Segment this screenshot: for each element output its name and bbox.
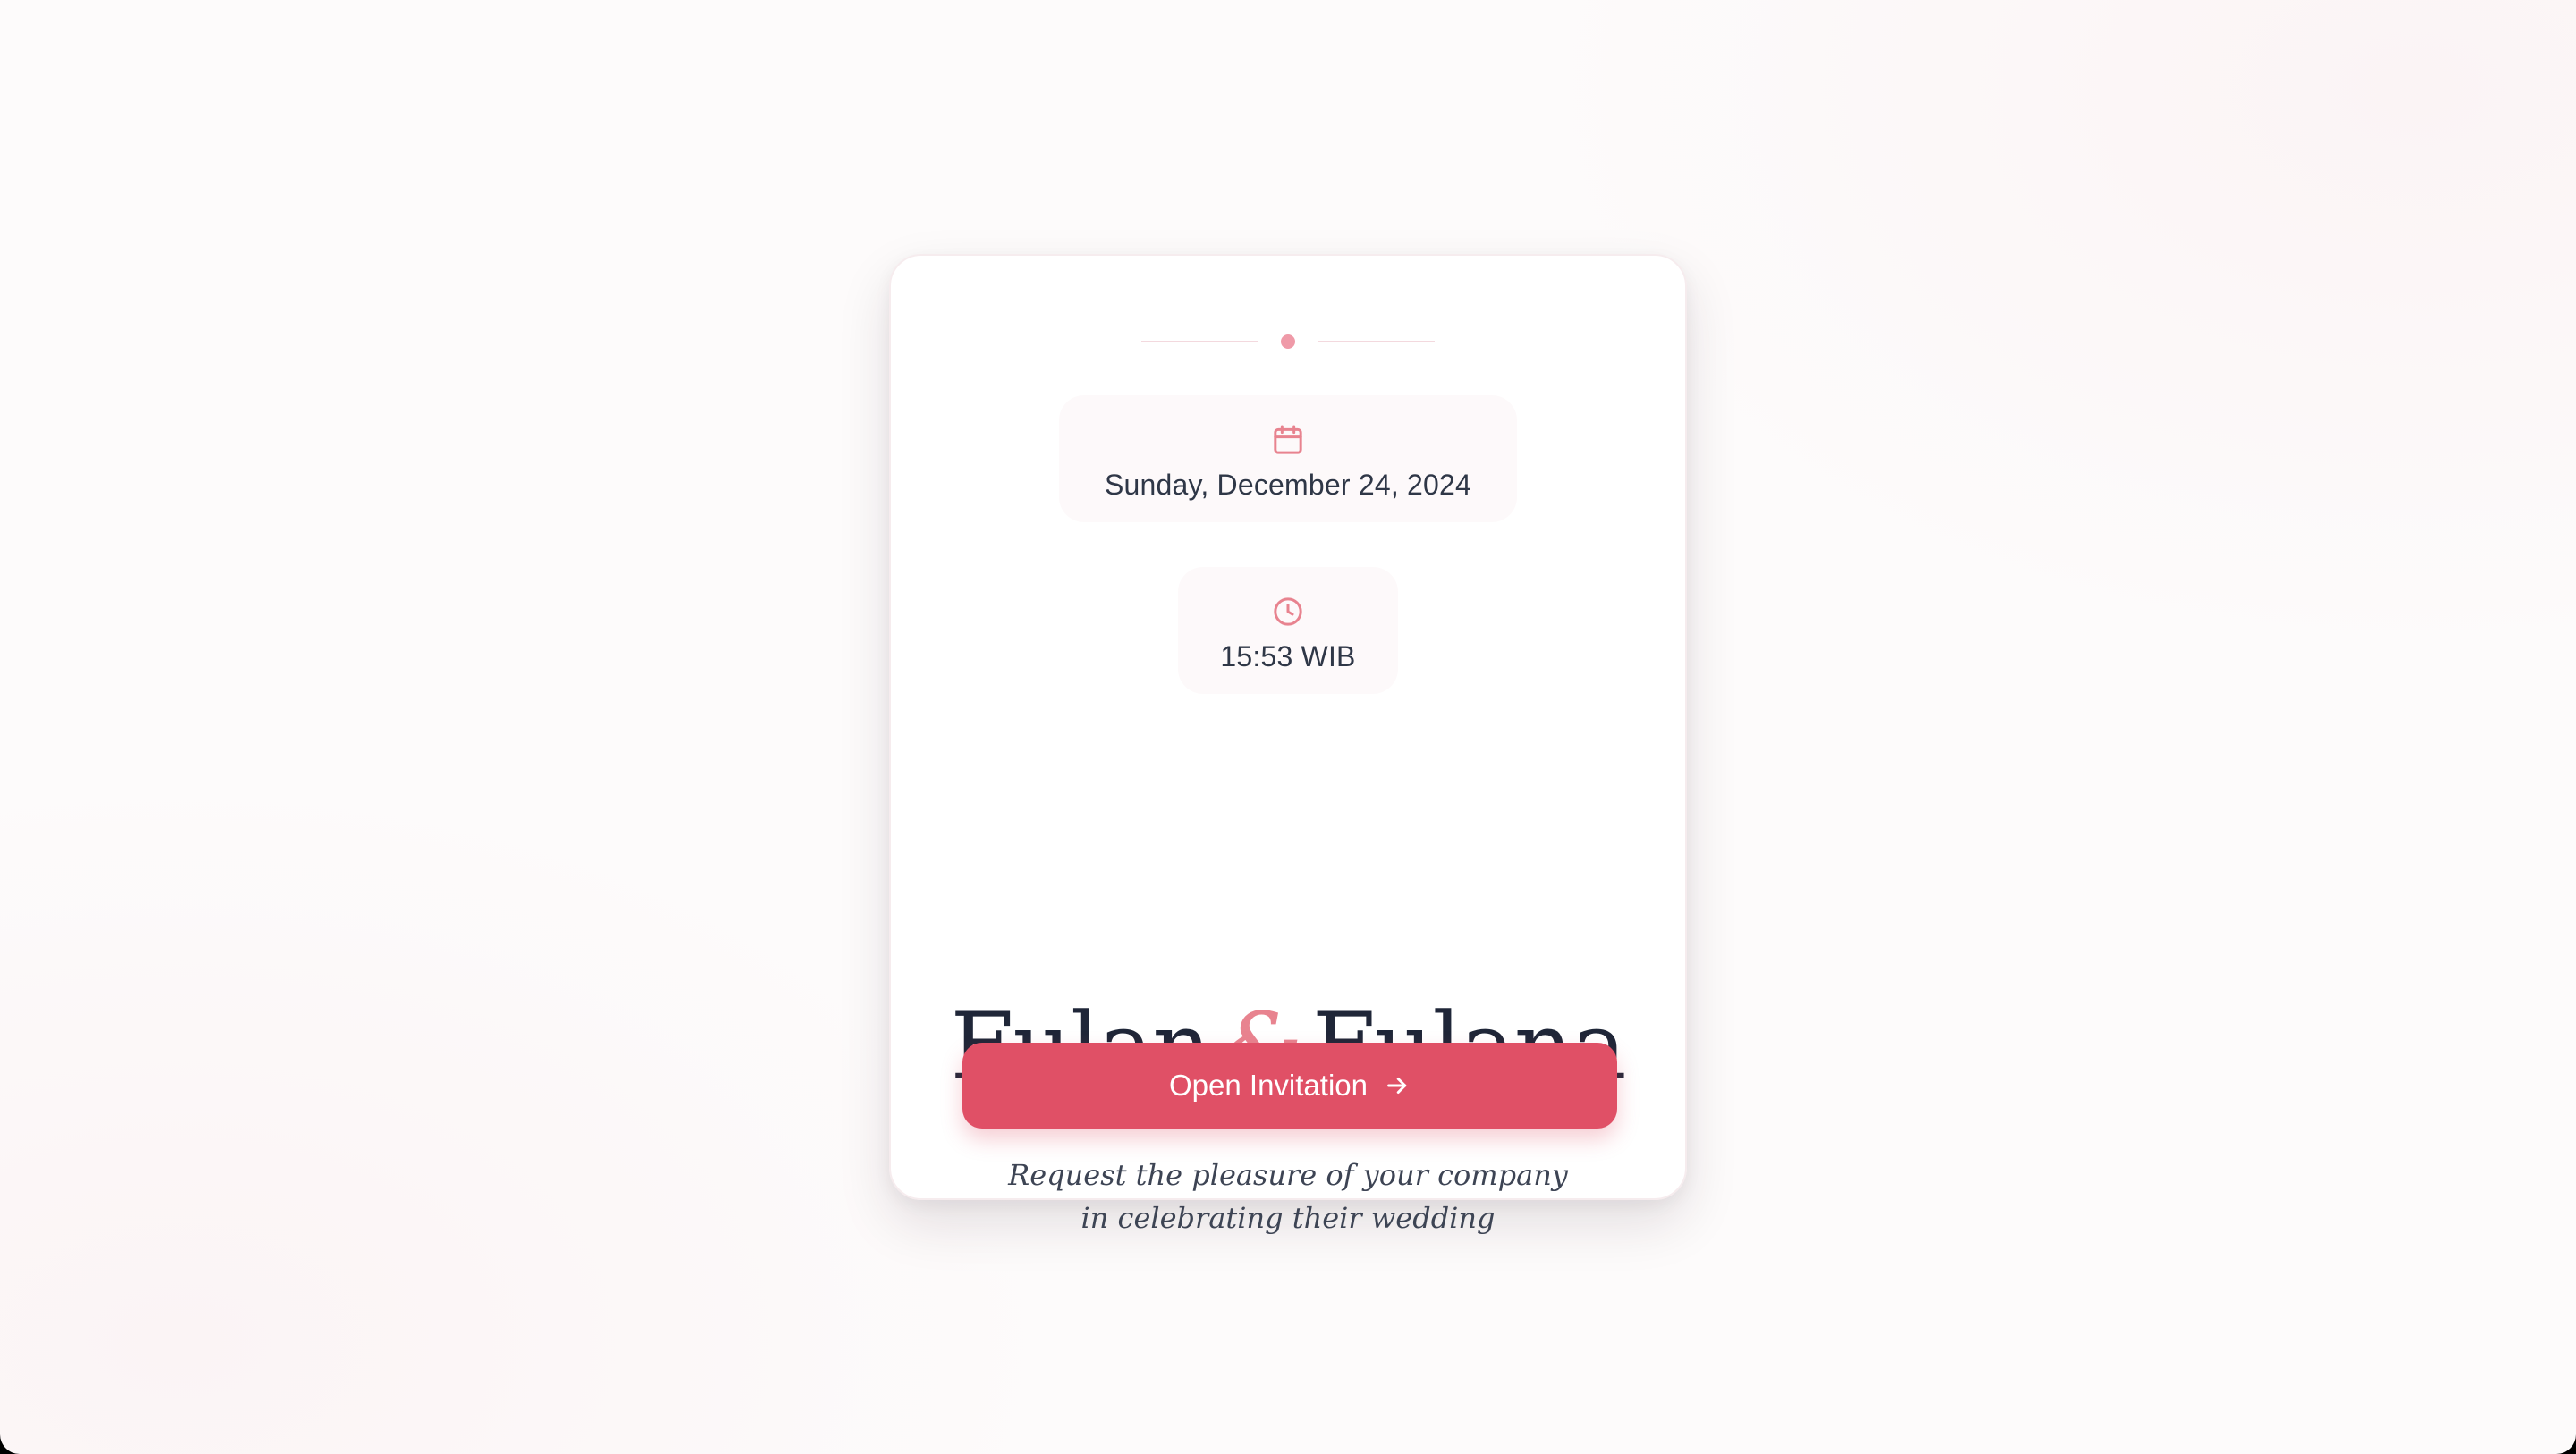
event-date: Sunday, December 24, 2024 <box>1105 469 1471 501</box>
event-time: 15:53 WIB <box>1220 640 1356 672</box>
page-background: Sunday, December 24, 2024 15:53 WIB Fula… <box>0 0 2576 1454</box>
ornament-line-left <box>1141 341 1258 342</box>
calendar-icon <box>1270 422 1306 458</box>
tagline-line-2: in celebrating their wedding <box>1080 1201 1496 1235</box>
ornament-line-right <box>1318 341 1435 342</box>
open-invitation-label: Open Invitation <box>1169 1069 1368 1102</box>
clock-icon <box>1270 594 1306 630</box>
time-block: 15:53 WIB <box>1178 567 1398 694</box>
invitation-card: Sunday, December 24, 2024 15:53 WIB Fula… <box>889 254 1687 1235</box>
top-ornament <box>891 333 1685 351</box>
open-invitation-button[interactable]: Open Invitation <box>962 1043 1617 1129</box>
date-block: Sunday, December 24, 2024 <box>1059 395 1517 522</box>
arrow-right-icon <box>1384 1072 1411 1099</box>
ornament-dot <box>1281 334 1295 349</box>
invitation-tagline: Request the pleasure of your company in … <box>891 1154 1685 1239</box>
tagline-line-1: Request the pleasure of your company <box>1008 1158 1568 1192</box>
